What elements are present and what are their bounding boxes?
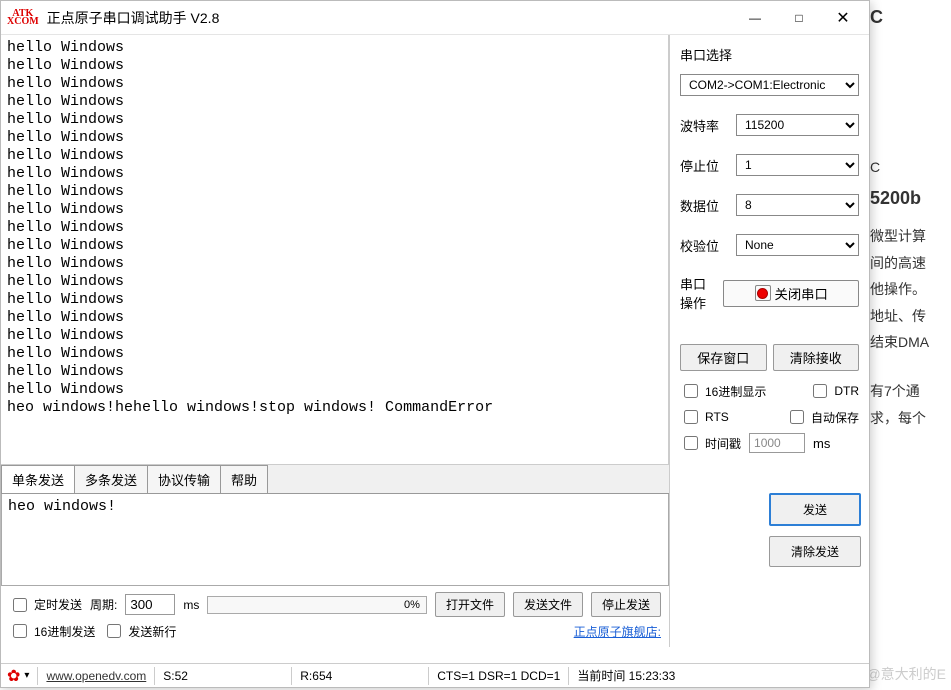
close-port-button[interactable]: 关闭串口 bbox=[723, 280, 859, 307]
stopbits-select[interactable]: 1 bbox=[736, 154, 859, 176]
minimize-button[interactable]: — bbox=[733, 3, 777, 33]
status-time: 当前时间 15:23:33 bbox=[577, 667, 675, 684]
timed-send-checkbox[interactable]: 定时发送 bbox=[9, 595, 82, 615]
open-file-button[interactable]: 打开文件 bbox=[435, 592, 505, 617]
background-page: C C 5200b 微型计算 间的高速 他操作。 地址、传 结束DMA 有7个通… bbox=[870, 0, 951, 690]
dtr-checkbox[interactable]: DTR bbox=[809, 381, 859, 401]
rts-checkbox[interactable]: RTS bbox=[680, 407, 729, 427]
status-signals: CTS=1 DSR=1 DCD=1 bbox=[437, 669, 560, 683]
hex-display-checkbox[interactable]: 16进制显示 bbox=[680, 381, 766, 401]
tab-protocol[interactable]: 协议传输 bbox=[147, 465, 221, 493]
tab-help[interactable]: 帮助 bbox=[220, 465, 268, 493]
send-button-group: 发送 清除发送 bbox=[769, 493, 861, 567]
app-window: ATK XCOM 正点原子串口调试助手 V2.8 — □ ✕ hello Win… bbox=[0, 0, 870, 688]
parity-select[interactable]: None bbox=[736, 234, 859, 256]
tab-multi-send[interactable]: 多条发送 bbox=[74, 465, 148, 493]
titlebar: ATK XCOM 正点原子串口调试助手 V2.8 — □ ✕ bbox=[1, 1, 869, 35]
maximize-button[interactable]: □ bbox=[777, 3, 821, 33]
parity-label: 校验位 bbox=[680, 236, 728, 255]
period-input[interactable] bbox=[125, 594, 175, 615]
status-bar: ✿ ▾ www.openedv.com S:52 R:654 CTS=1 DSR… bbox=[1, 663, 869, 687]
timestamp-checkbox[interactable]: 时间戳 bbox=[680, 433, 741, 453]
timestamp-unit: ms bbox=[813, 436, 830, 451]
port-section-title: 串口选择 bbox=[680, 45, 859, 64]
autosave-checkbox[interactable]: 自动保存 bbox=[786, 407, 859, 427]
baud-label: 波特率 bbox=[680, 116, 728, 135]
send-newline-checkbox[interactable]: 发送新行 bbox=[103, 621, 176, 641]
status-sent: S:52 bbox=[163, 669, 283, 683]
window-title: 正点原子串口调试助手 V2.8 bbox=[43, 8, 733, 28]
close-button[interactable]: ✕ bbox=[821, 3, 865, 33]
period-label: 周期: bbox=[90, 596, 117, 613]
clear-receive-button[interactable]: 清除接收 bbox=[773, 344, 860, 371]
chevron-down-icon[interactable]: ▾ bbox=[24, 670, 29, 681]
send-file-button[interactable]: 发送文件 bbox=[513, 592, 583, 617]
hex-send-checkbox[interactable]: 16进制发送 bbox=[9, 621, 95, 641]
databits-select[interactable]: 8 bbox=[736, 194, 859, 216]
data-label: 数据位 bbox=[680, 196, 728, 215]
port-select[interactable]: COM2->COM1:Electronic bbox=[680, 74, 859, 96]
timestamp-input[interactable] bbox=[749, 433, 805, 453]
shop-link[interactable]: 正点原子旗舰店: bbox=[574, 623, 661, 640]
send-textarea[interactable]: heo windows! bbox=[1, 494, 669, 586]
stop-label: 停止位 bbox=[680, 156, 728, 175]
app-logo: ATK XCOM bbox=[1, 10, 43, 26]
op-label: 串口操作 bbox=[680, 274, 715, 312]
tab-single-send[interactable]: 单条发送 bbox=[1, 465, 75, 493]
receive-textarea[interactable]: hello Windows hello Windows hello Window… bbox=[1, 35, 669, 465]
clear-send-button[interactable]: 清除发送 bbox=[769, 536, 861, 567]
website-link[interactable]: www.openedv.com bbox=[46, 669, 146, 683]
period-unit: ms bbox=[183, 598, 199, 612]
record-icon bbox=[755, 285, 771, 301]
stop-send-button[interactable]: 停止发送 bbox=[591, 592, 661, 617]
progress-bar: 0% bbox=[207, 596, 427, 614]
gear-icon[interactable]: ✿ bbox=[7, 666, 20, 686]
send-tabs: 单条发送 多条发送 协议传输 帮助 bbox=[1, 465, 669, 494]
status-received: R:654 bbox=[300, 669, 420, 683]
baud-select[interactable]: 115200 bbox=[736, 114, 859, 136]
send-button[interactable]: 发送 bbox=[769, 493, 861, 526]
save-window-button[interactable]: 保存窗口 bbox=[680, 344, 767, 371]
